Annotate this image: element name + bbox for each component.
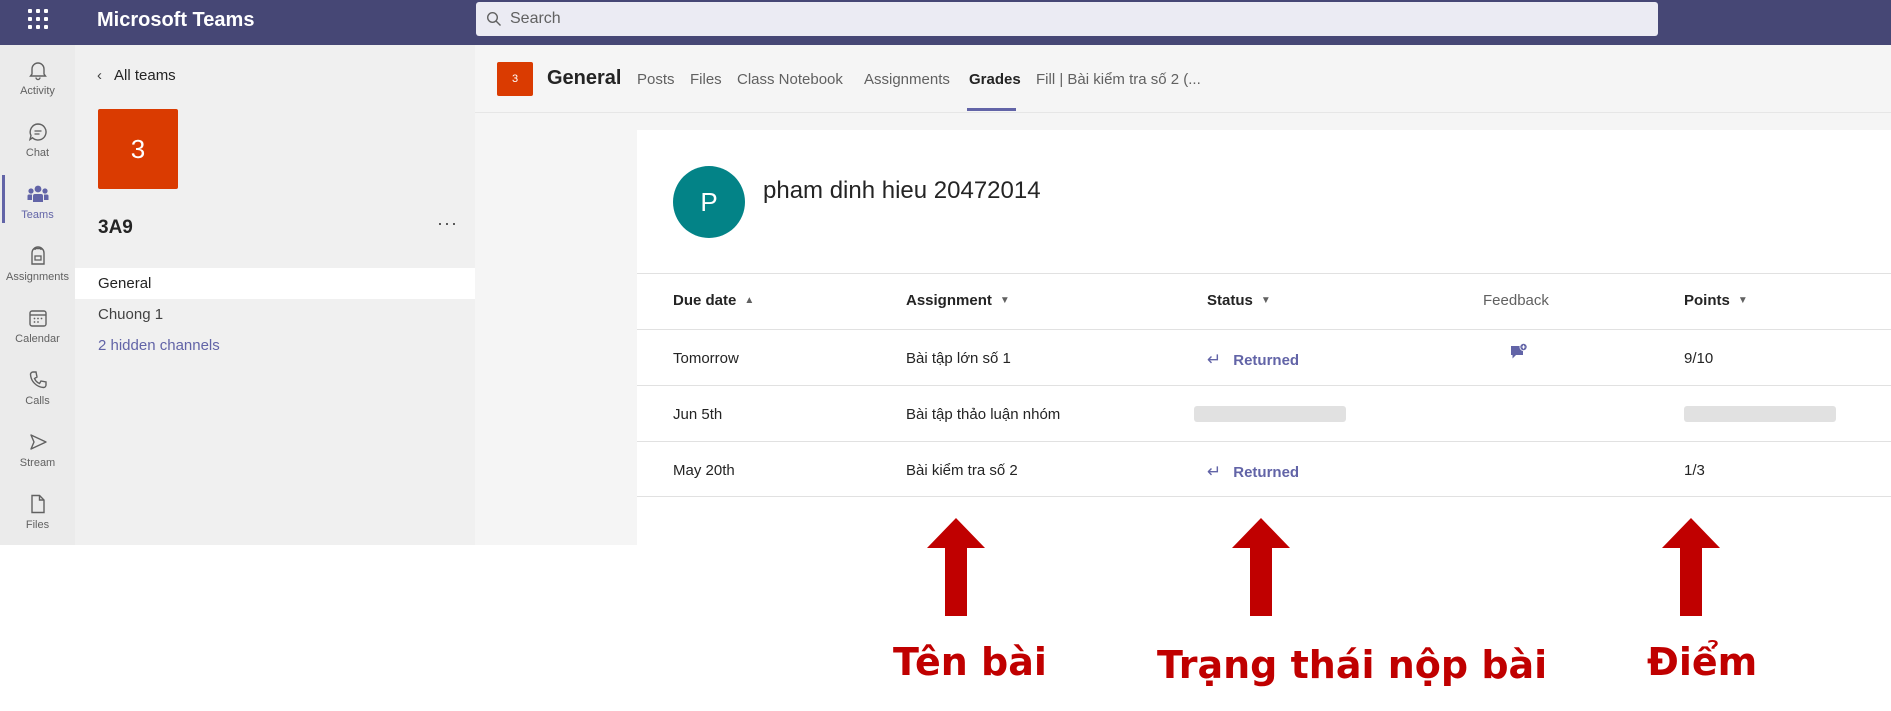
rail-label: Teams [21,209,54,221]
bell-icon [28,62,47,81]
rail-label: Calls [25,395,50,407]
column-header-due-date[interactable]: Due date ▲ [673,292,754,309]
arrow-up-icon [1662,518,1720,616]
team-name: 3A9 [98,217,133,238]
all-teams-link[interactable]: ‹ All teams [97,67,176,84]
arrow-up-icon [927,518,985,616]
active-tab-indicator [967,108,1016,111]
rail-item-files[interactable]: Files [0,483,75,545]
channel-label: Chuong 1 [98,306,164,323]
column-label: Due date [673,292,737,309]
search-icon [486,11,501,26]
channel-chuong-1[interactable]: Chuong 1 [75,299,475,330]
top-bar: Microsoft Teams Search [0,0,1891,45]
phone-icon [29,371,47,389]
chevron-down-icon: ▼ [1737,295,1748,306]
rail-item-activity[interactable]: Activity [0,49,75,111]
divider [637,273,1891,274]
due-date-cell: May 20th [673,462,735,479]
hidden-channels-link[interactable]: 2 hidden channels [75,330,475,361]
status-returned: ↵ Returned [1207,462,1299,482]
chevron-down-icon: ▼ [1260,295,1271,306]
column-label: Assignment [906,292,992,309]
rail-item-calendar[interactable]: Calendar [0,297,75,359]
table-row[interactable]: Tomorrow Bài tập lớn số 1 ↵ Returned 9/1… [637,329,1891,385]
tab-grades[interactable]: Grades [969,71,1021,113]
all-teams-label: All teams [114,67,176,84]
column-header-assignment[interactable]: Assignment ▼ [906,292,1010,309]
points-cell: 9/10 [1684,350,1714,367]
rail-item-stream[interactable]: Stream [0,421,75,483]
chat-icon [28,123,47,142]
rail-item-assignments[interactable]: Assignments [0,235,75,297]
rail-label: Assignments [6,271,69,283]
return-arrow-icon: ↵ [1207,462,1222,481]
rail-label: Calendar [15,333,60,345]
tab-class-notebook[interactable]: Class Notebook [737,71,843,113]
assignment-cell: Bài tập lớn số 1 [906,350,1011,367]
channel-title: General [547,67,622,89]
student-name: pham dinh hieu 20472014 [763,177,1041,204]
rail-label: Files [25,519,50,531]
channel-header: 3 General Posts Files Class Notebook Ass… [475,45,1891,113]
table-row[interactable]: May 20th Bài kiểm tra số 2 ↵ Returned 1/… [637,441,1891,497]
feedback-icon[interactable] [1508,342,1530,364]
table-row[interactable]: Jun 5th Bài tập thảo luận nhóm [637,385,1891,441]
sort-ascending-icon: ▲ [744,295,755,306]
team-panel: ‹ All teams 3 3A9 ··· General Chuong 1 2… [75,45,475,545]
app-title: Microsoft Teams [97,9,255,31]
status-label: Returned [1233,463,1300,481]
app-launcher-icon[interactable] [26,7,50,31]
column-header-status[interactable]: Status ▼ [1207,292,1271,309]
assignments-icon [30,246,45,265]
tab-assignments[interactable]: Assignments [864,71,950,113]
more-options-icon[interactable]: ··· [437,213,458,234]
team-avatar: 3 [98,109,178,189]
file-icon [30,494,45,514]
stream-icon [29,434,47,450]
points-cell: 1/3 [1684,462,1705,479]
annotation-assignment-name: Tên bài [893,640,1047,684]
search-box[interactable]: Search [476,2,1658,36]
due-date-cell: Tomorrow [673,350,739,367]
channel-general[interactable]: General [75,268,475,299]
tab-fill-assignment[interactable]: Fill | Bài kiểm tra số 2 (... [1036,71,1201,113]
teams-icon [27,185,48,202]
points-placeholder [1684,406,1836,422]
annotation-submission-status: Trạng thái nộp bài [1157,643,1548,687]
tab-files[interactable]: Files [690,71,722,113]
rail-label: Activity [20,85,55,97]
column-label: Points [1684,292,1730,309]
return-arrow-icon: ↵ [1207,350,1222,369]
assignment-cell: Bài tập thảo luận nhóm [906,406,1061,423]
grades-card: P pham dinh hieu 20472014 Due date ▲ Ass… [637,130,1891,545]
calendar-icon [28,310,47,327]
hidden-channels-label: 2 hidden channels [98,337,220,354]
student-avatar: P [673,166,745,238]
rail-label: Stream [19,457,56,469]
chevron-down-icon: ▼ [999,295,1010,306]
rail-item-chat[interactable]: Chat [0,111,75,173]
annotation-points: Điểm [1647,640,1758,684]
column-label: Feedback [1483,292,1549,309]
tab-posts[interactable]: Posts [637,71,675,113]
column-header-feedback: Feedback [1483,292,1549,309]
arrow-up-icon [1232,518,1290,616]
rail-label: Chat [25,147,50,159]
status-returned: ↵ Returned [1207,350,1299,370]
assignment-cell: Bài kiểm tra số 2 [906,462,1018,479]
channel-team-icon: 3 [497,62,533,96]
column-header-points[interactable]: Points ▼ [1684,292,1748,309]
app-rail: Activity Chat Teams Assignments Calendar… [0,45,75,545]
search-placeholder: Search [510,10,561,27]
channel-label: General [98,275,152,292]
chevron-left-icon: ‹ [97,67,102,84]
due-date-cell: Jun 5th [673,406,723,423]
status-label: Returned [1233,351,1300,369]
rail-item-calls[interactable]: Calls [0,359,75,421]
column-label: Status [1207,292,1253,309]
status-placeholder [1194,406,1346,422]
rail-item-teams[interactable]: Teams [0,173,75,235]
